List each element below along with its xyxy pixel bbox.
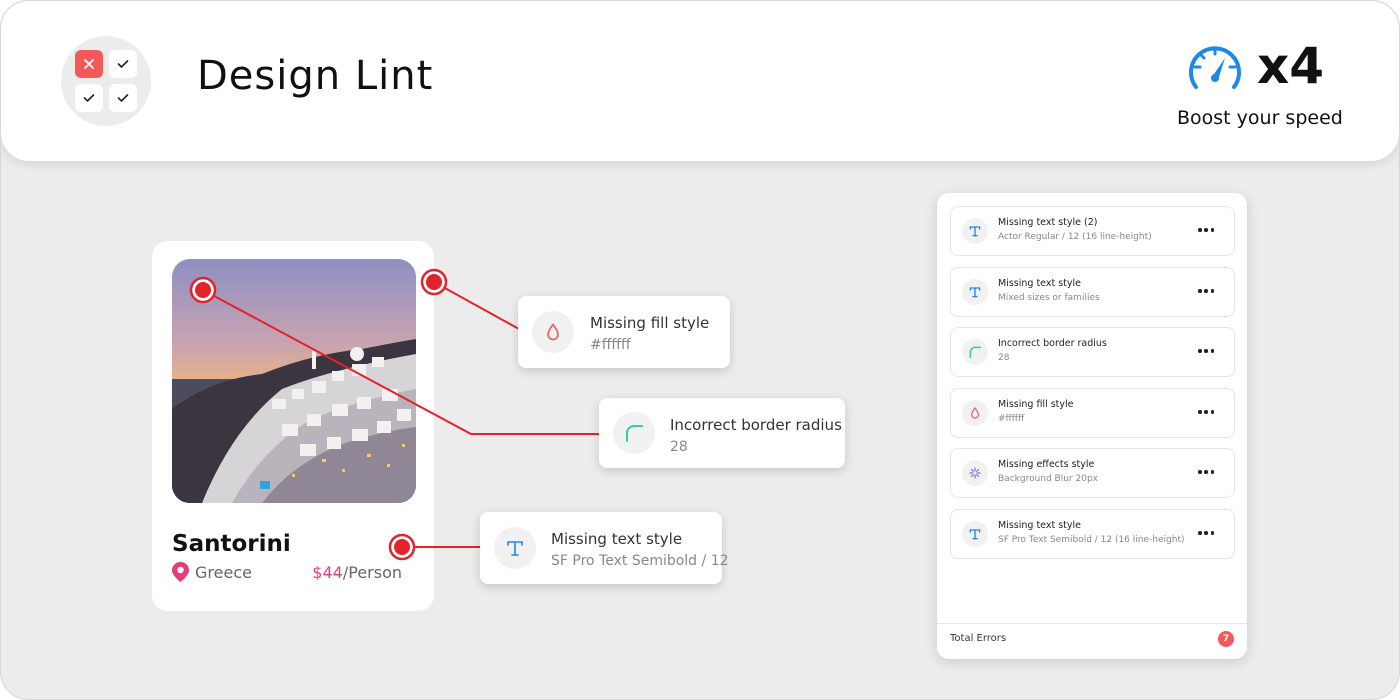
more-options-icon[interactable] (1198, 530, 1214, 536)
callout-border-radius[interactable]: Incorrect border radius 28 (599, 398, 845, 468)
callout-title: Incorrect border radius (670, 416, 842, 434)
callout-text-style[interactable]: Missing text style SF Pro Text Semibold … (480, 512, 729, 584)
error-title: Missing text style (998, 278, 1081, 289)
error-item[interactable]: Missing text style Mixed sizes or famili… (950, 267, 1235, 317)
error-item[interactable]: Missing fill style #ffffff (950, 388, 1235, 438)
text-style-icon (962, 218, 988, 244)
app-logo (61, 36, 151, 126)
error-title: Missing text style (998, 520, 1081, 531)
error-item[interactable]: Incorrect border radius 28 (950, 327, 1235, 377)
callout-fill-style[interactable]: Missing fill style #ffffff (518, 296, 730, 368)
price-label: $44/Person (312, 563, 402, 582)
close-icon (75, 50, 103, 78)
text-style-icon (494, 527, 536, 569)
callout-detail: #ffffff (590, 337, 631, 353)
panel-divider (937, 623, 1247, 624)
error-title: Missing effects style (998, 459, 1095, 470)
check-icon (75, 84, 103, 112)
border-radius-icon (962, 339, 988, 365)
error-detail: Actor Regular / 12 (16 line-height) (998, 232, 1152, 242)
destination-name: Santorini (172, 531, 291, 557)
speed-multiplier: x4 (1257, 37, 1325, 95)
destination-country: Greece (195, 563, 252, 582)
total-errors-label: Total Errors (950, 633, 1007, 644)
more-options-icon[interactable] (1198, 227, 1214, 233)
more-options-icon[interactable] (1198, 469, 1214, 475)
check-icon (109, 84, 137, 112)
callout-detail: 28 (670, 439, 688, 455)
error-detail: SF Pro Text Semibold / 12 (16 line-heigh… (998, 535, 1185, 545)
more-options-icon[interactable] (1198, 288, 1214, 294)
error-title: Missing fill style (998, 399, 1074, 410)
error-item[interactable]: Missing effects style Background Blur 20… (950, 448, 1235, 498)
callout-detail: SF Pro Text Semibold / 12 (551, 553, 729, 569)
effects-icon (962, 460, 988, 486)
speed-subtitle: Boost your speed (1177, 107, 1343, 129)
destination-photo (172, 259, 416, 503)
text-style-icon (962, 279, 988, 305)
check-icon (109, 50, 137, 78)
error-title: Missing text style (2) (998, 217, 1098, 228)
app-frame: Design Lint x4 Boost your speed Santorin… (0, 0, 1400, 700)
more-options-icon[interactable] (1198, 409, 1214, 415)
error-detail: Mixed sizes or families (998, 293, 1100, 303)
error-title: Incorrect border radius (998, 338, 1107, 349)
text-style-icon (962, 521, 988, 547)
error-item[interactable]: Missing text style SF Pro Text Semibold … (950, 509, 1235, 559)
border-radius-icon (613, 412, 655, 454)
total-errors-badge: 7 (1218, 631, 1234, 647)
error-detail: Background Blur 20px (998, 474, 1098, 484)
price-amount: $44 (312, 563, 343, 582)
location-pin-icon (172, 562, 189, 582)
callout-title: Missing fill style (590, 314, 710, 332)
error-item[interactable]: Missing text style (2) Actor Regular / 1… (950, 206, 1235, 256)
error-detail: 28 (998, 353, 1010, 363)
error-detail: #ffffff (998, 414, 1025, 424)
destination-card: Santorini Greece $44/Person (152, 241, 434, 611)
more-options-icon[interactable] (1198, 348, 1214, 354)
speedometer-icon (1189, 46, 1241, 89)
header-bar: Design Lint x4 Boost your speed (1, 1, 1399, 161)
connector-line (433, 281, 520, 330)
droplet-icon (532, 311, 574, 353)
app-title: Design Lint (197, 53, 434, 99)
callout-title: Missing text style (551, 530, 683, 548)
droplet-icon (962, 400, 988, 426)
errors-panel: Missing text style (2) Actor Regular / 1… (937, 193, 1247, 659)
price-unit: /Person (342, 563, 402, 582)
